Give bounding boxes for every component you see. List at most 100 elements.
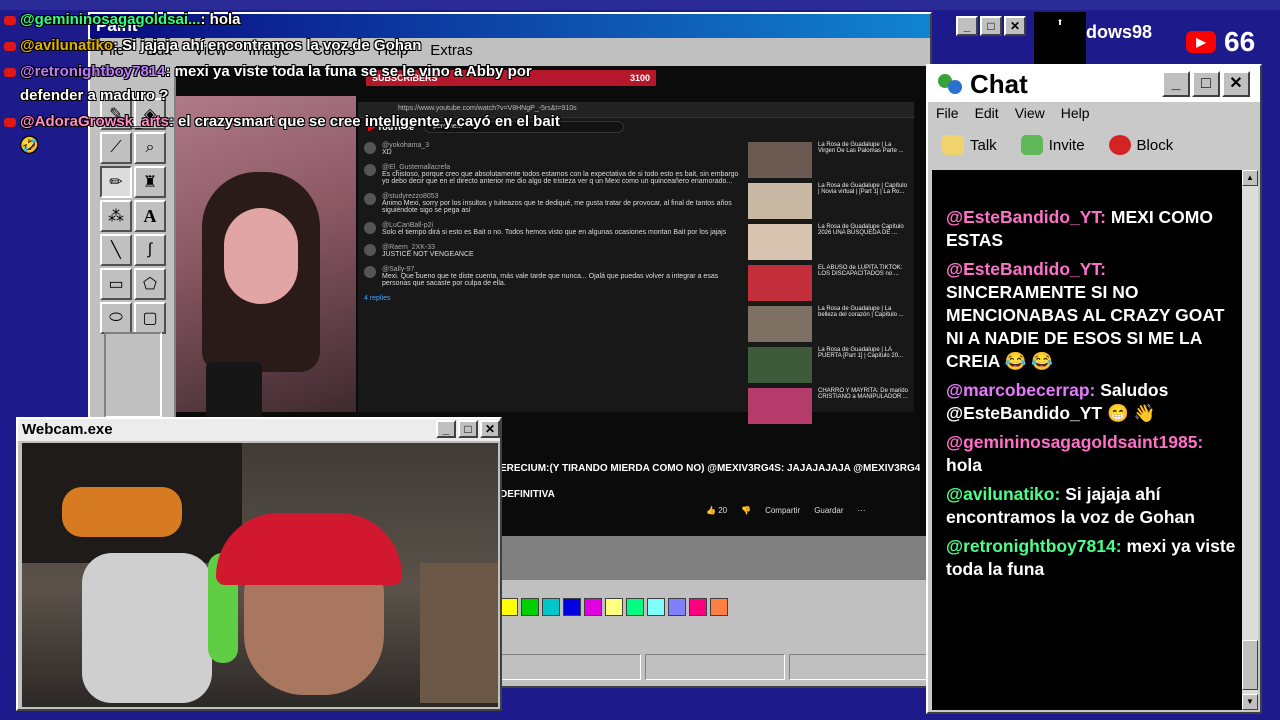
video-thumbnail (748, 347, 812, 383)
scroll-up-icon[interactable]: ▲ (1242, 170, 1258, 186)
comment-user[interactable]: @studyrezzo8053 (382, 193, 439, 200)
chat-message: @gemininosagagoldsaint1985: hola (946, 431, 1236, 477)
comment-user[interactable]: @El_Gustemallacrefa (382, 164, 450, 171)
color-palette (500, 598, 728, 616)
webcam-title: Webcam.exe (22, 421, 113, 438)
line-tool-icon[interactable]: ╲ (100, 234, 132, 266)
download-strip[interactable]: ⬆ (1034, 12, 1086, 64)
menu-view[interactable]: View (1015, 105, 1045, 123)
video-card[interactable]: La Rosa de Guadalupe | LA PUERTA [Part 1… (748, 347, 908, 385)
minimize-button[interactable]: _ (436, 420, 456, 438)
recommended-videos: La Rosa de Guadalupe | La Virgen De Las … (748, 142, 908, 429)
color-swatch[interactable] (668, 598, 686, 616)
brush-icon[interactable]: ♜ (134, 166, 166, 198)
overlay-text: : hola (200, 11, 241, 28)
share-button[interactable]: Compartir (765, 506, 800, 515)
video-card[interactable]: EL ABUSO de LUPITA TIKTOK: LOS DISCAPACI… (748, 265, 908, 303)
menu-edit[interactable]: Edit (975, 105, 999, 123)
more-options-icon[interactable]: ⋯ (858, 506, 866, 515)
polygon-tool-icon[interactable]: ⬠ (134, 268, 166, 300)
youtube-icon (4, 68, 16, 77)
viewer-count: 66 (1224, 26, 1256, 57)
minimize-button[interactable]: _ (956, 16, 978, 36)
maximize-button[interactable]: □ (980, 16, 1002, 36)
video-title: La Rosa de Guadalupe | Capítulo | Novia … (818, 183, 907, 195)
rounded-rect-icon[interactable]: ▢ (134, 302, 166, 334)
like-button[interactable]: 👍 20 (706, 506, 727, 515)
chat-menu-bar: File Edit View Help (928, 102, 1260, 126)
minimize-button[interactable]: _ (1162, 71, 1190, 97)
color-swatch[interactable] (521, 598, 539, 616)
pencil-icon[interactable]: ✏ (100, 166, 132, 198)
webcam-title-bar[interactable]: Webcam.exe (18, 419, 500, 441)
color-swatch[interactable] (626, 598, 644, 616)
avatar (364, 244, 376, 256)
color-swatch[interactable] (500, 598, 518, 616)
close-button[interactable]: ✕ (480, 420, 500, 438)
invite-icon (1020, 135, 1043, 155)
comment-user[interactable]: @LuCanBall-p2i (382, 222, 433, 229)
video-card[interactable]: La Rosa de Guadalupe | La Virgen De Las … (748, 142, 908, 180)
close-button[interactable]: ✕ (1222, 71, 1250, 97)
chat-user[interactable]: @marcobecerrap: (946, 380, 1095, 400)
talk-button[interactable]: Talk (942, 135, 997, 155)
video-card[interactable]: CHARRO Y MAYRITA: De marido CRISTIANO a … (748, 388, 908, 426)
chat-user[interactable]: @gemininosagagoldsaint1985: (946, 432, 1203, 452)
text-tool-icon[interactable]: A (134, 200, 166, 232)
chat-scrollbar[interactable]: ▲ ▼ (1242, 170, 1258, 710)
scroll-down-icon[interactable]: ▼ (1242, 694, 1258, 710)
menu-file[interactable]: File (936, 105, 959, 123)
status-cell (789, 654, 931, 680)
windows98-logo: dows98 (1086, 22, 1153, 42)
chat-user[interactable]: @EsteBandido_YT: (946, 259, 1106, 279)
status-cell (644, 654, 786, 680)
video-thumbnail (748, 224, 812, 260)
comment-user[interactable]: @Sally-97_ (382, 266, 418, 273)
scroll-thumb[interactable] (1242, 640, 1258, 690)
block-button[interactable]: Block (1108, 135, 1174, 155)
chat-user[interactable]: @avilunatiko: (946, 484, 1060, 504)
maximize-button[interactable]: □ (458, 420, 478, 438)
chat-user[interactable]: @retronightboy7814: (946, 536, 1122, 556)
color-swatch[interactable] (710, 598, 728, 616)
close-button[interactable]: ✕ (1004, 16, 1026, 36)
color-swatch[interactable] (542, 598, 560, 616)
color-swatch[interactable] (647, 598, 665, 616)
maximize-button[interactable]: □ (1192, 71, 1220, 97)
status-cell (500, 654, 641, 680)
video-thumbnail (748, 388, 812, 424)
chat-title: Chat (970, 68, 1028, 99)
menu-help[interactable]: Help (1061, 105, 1090, 123)
avatar (364, 193, 376, 205)
block-label: Block (1136, 136, 1174, 154)
replies-toggle[interactable]: 4 replies (364, 295, 744, 302)
color-swatch[interactable] (563, 598, 581, 616)
color-swatch[interactable] (605, 598, 623, 616)
rectangle-tool-icon[interactable]: ▭ (100, 268, 132, 300)
chat-user[interactable]: @EsteBandido_YT: (946, 207, 1106, 227)
dislike-button[interactable]: 👎 (741, 506, 751, 515)
chat-text: SINCERAMENTE SI NO MENCIONABAS AL CRAZY … (946, 282, 1225, 371)
color-swatch[interactable] (689, 598, 707, 616)
overlay-message: @retronightboy7814: mexi ya viste toda l… (0, 60, 560, 108)
curve-tool-icon[interactable]: ∫ (134, 234, 166, 266)
comment-user[interactable]: @Raem_2XK-33 (382, 244, 435, 251)
ellipse-tool-icon[interactable]: ⬭ (100, 302, 132, 334)
video-card[interactable]: La Rosa de Guadalupe | Capítulo | Novia … (748, 183, 908, 221)
overlay-message: @avilunatiko: Si jajaja ahí encontramos … (0, 34, 560, 58)
paint-status-bar (500, 654, 931, 680)
color-swatch[interactable] (584, 598, 602, 616)
video-title: EL ABUSO de LUPITA TIKTOK: LOS DISCAPACI… (818, 265, 903, 277)
chat-messages-pane[interactable]: @EsteBandido_YT: MEXI COMO ESTAS @EsteBa… (932, 170, 1242, 710)
overlay-user: @AdoraGrowsk_arts (20, 113, 169, 130)
video-card[interactable]: La Rosa de Guadalupe | La belleza del co… (748, 306, 908, 344)
comment-list: @yokohama_3 XD @El_Gustemallacrefa Es chis… (364, 142, 744, 302)
airbrush-icon[interactable]: ⁂ (100, 200, 132, 232)
video-card[interactable]: La Rosa de Guadalupe Capítulo 2026 UNA B… (748, 224, 908, 262)
block-icon (1108, 135, 1131, 155)
invite-button[interactable]: Invite (1020, 135, 1085, 155)
video-title: CHARRO Y MAYRITA: De marido CRISTIANO a … (818, 388, 909, 400)
video-thumbnail (748, 183, 812, 219)
buddies-icon (936, 72, 964, 96)
save-button[interactable]: Guardar (814, 506, 843, 515)
